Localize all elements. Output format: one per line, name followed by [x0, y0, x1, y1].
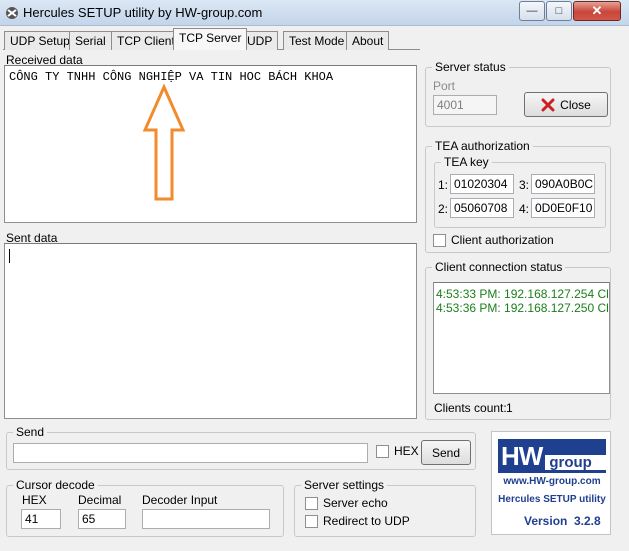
server-echo-checkbox[interactable]	[305, 497, 318, 510]
client-connection-line: 4:53:36 PM: 192.168.127.250 Clien	[436, 301, 610, 315]
client-connection-status-group: Client connection status 4:53:33 PM: 192…	[425, 260, 611, 420]
port-field[interactable]: 4001	[433, 95, 497, 115]
hw-group-brand-mark: HW group	[498, 439, 606, 473]
sent-data-area[interactable]	[4, 243, 417, 419]
hex-checkbox[interactable]	[376, 445, 389, 458]
window-title: Hercules SETUP utility by HW-group.com	[23, 5, 263, 20]
decode-hex-field[interactable]: 41	[21, 509, 61, 529]
version-value: 3.2.8	[574, 514, 601, 528]
decoder-input-label: Decoder Input	[142, 493, 218, 507]
tea-key-title: TEA key	[441, 155, 492, 169]
client-connection-line: 4:53:33 PM: 192.168.127.254 Clien	[436, 287, 610, 301]
hw-group-product: Hercules SETUP utility	[498, 494, 606, 505]
tab-about[interactable]: About	[346, 31, 390, 50]
tab-udp-setup[interactable]: UDP Setup	[4, 31, 76, 50]
server-echo-label: Server echo	[323, 496, 388, 510]
server-settings-group: Server settings Server echo Redirect to …	[294, 478, 476, 537]
server-status-title: Server status	[432, 60, 509, 74]
close-window-button[interactable]: ✕	[573, 1, 621, 21]
hw-group-logo: HW group www.HW-group.com Hercules SETUP…	[491, 431, 611, 535]
decode-decimal-field[interactable]: 65	[78, 509, 126, 529]
client-connection-list[interactable]: 4:53:33 PM: 192.168.127.254 Clien 4:53:3…	[433, 282, 610, 394]
server-status-group: Server status Port 4001 Close	[425, 60, 611, 127]
tea-key-index-3: 3:	[519, 178, 530, 192]
tea-authorization-title: TEA authorization	[432, 139, 533, 153]
decode-decimal-label: Decimal	[78, 493, 122, 507]
text-cursor	[9, 249, 10, 263]
tea-key-1-field[interactable]: 01020304	[450, 174, 514, 194]
clients-count-label: Clients count:	[434, 401, 507, 415]
decode-hex-label: HEX	[22, 493, 47, 507]
hercules-app-icon	[6, 7, 18, 19]
hw-group-url: www.HW-group.com	[503, 476, 601, 487]
server-settings-title: Server settings	[301, 478, 388, 492]
send-button[interactable]: Send	[421, 440, 471, 465]
tea-key-4-field[interactable]: 0D0E0F10	[531, 198, 595, 218]
send-input[interactable]	[13, 443, 368, 463]
decoder-input-field[interactable]	[142, 509, 270, 529]
version-label: Version	[524, 514, 568, 528]
client-connection-status-title: Client connection status	[432, 260, 566, 274]
received-data-area[interactable]: CÔNG TY TNHH CÔNG NGHIỆP VA TIN HOC BÁCH…	[4, 65, 417, 223]
tab-tcp-server[interactable]: TCP Server	[173, 28, 248, 50]
send-title: Send	[13, 425, 48, 439]
maximize-button[interactable]: □	[546, 1, 572, 21]
tea-authorization-group: TEA authorization TEA key 1: 01020304 3:…	[425, 139, 611, 253]
client-authorization-label: Client authorization	[451, 233, 554, 247]
redirect-to-udp-checkbox[interactable]	[305, 515, 318, 528]
clients-count-value: 1	[506, 401, 513, 415]
cursor-decode-group: Cursor decode HEX 41 Decimal 65 Decoder …	[6, 478, 284, 537]
tea-key-3-field[interactable]: 090A0B0C	[531, 174, 595, 194]
cursor-decode-title: Cursor decode	[13, 478, 98, 492]
received-data-text: CÔNG TY TNHH CÔNG NGHIỆP VA TIN HOC BÁCH…	[9, 70, 334, 84]
send-group: Send HEX Send	[6, 425, 476, 470]
red-x-icon	[541, 98, 555, 111]
tab-test-mode[interactable]: Test Mode	[283, 31, 351, 50]
title-bar: Hercules SETUP utility by HW-group.com —…	[0, 0, 629, 26]
tea-key-index-2: 2:	[438, 202, 449, 216]
hex-label: HEX	[394, 444, 419, 458]
tea-key-group: TEA key 1: 01020304 3: 090A0B0C 2: 05060…	[434, 155, 606, 228]
tea-key-2-field[interactable]: 05060708	[450, 198, 514, 218]
tab-serial[interactable]: Serial	[69, 31, 112, 50]
close-server-button[interactable]: Close	[524, 92, 608, 117]
tea-key-index-4: 4:	[519, 202, 530, 216]
tab-tcp-client[interactable]: TCP Client	[111, 31, 181, 50]
port-label: Port	[433, 79, 456, 93]
client-authorization-checkbox[interactable]	[433, 234, 446, 247]
minimize-button[interactable]: —	[519, 1, 545, 21]
tea-key-index-1: 1:	[438, 178, 449, 192]
orange-up-arrow-annotation	[142, 84, 186, 201]
redirect-to-udp-label: Redirect to UDP	[323, 514, 410, 528]
